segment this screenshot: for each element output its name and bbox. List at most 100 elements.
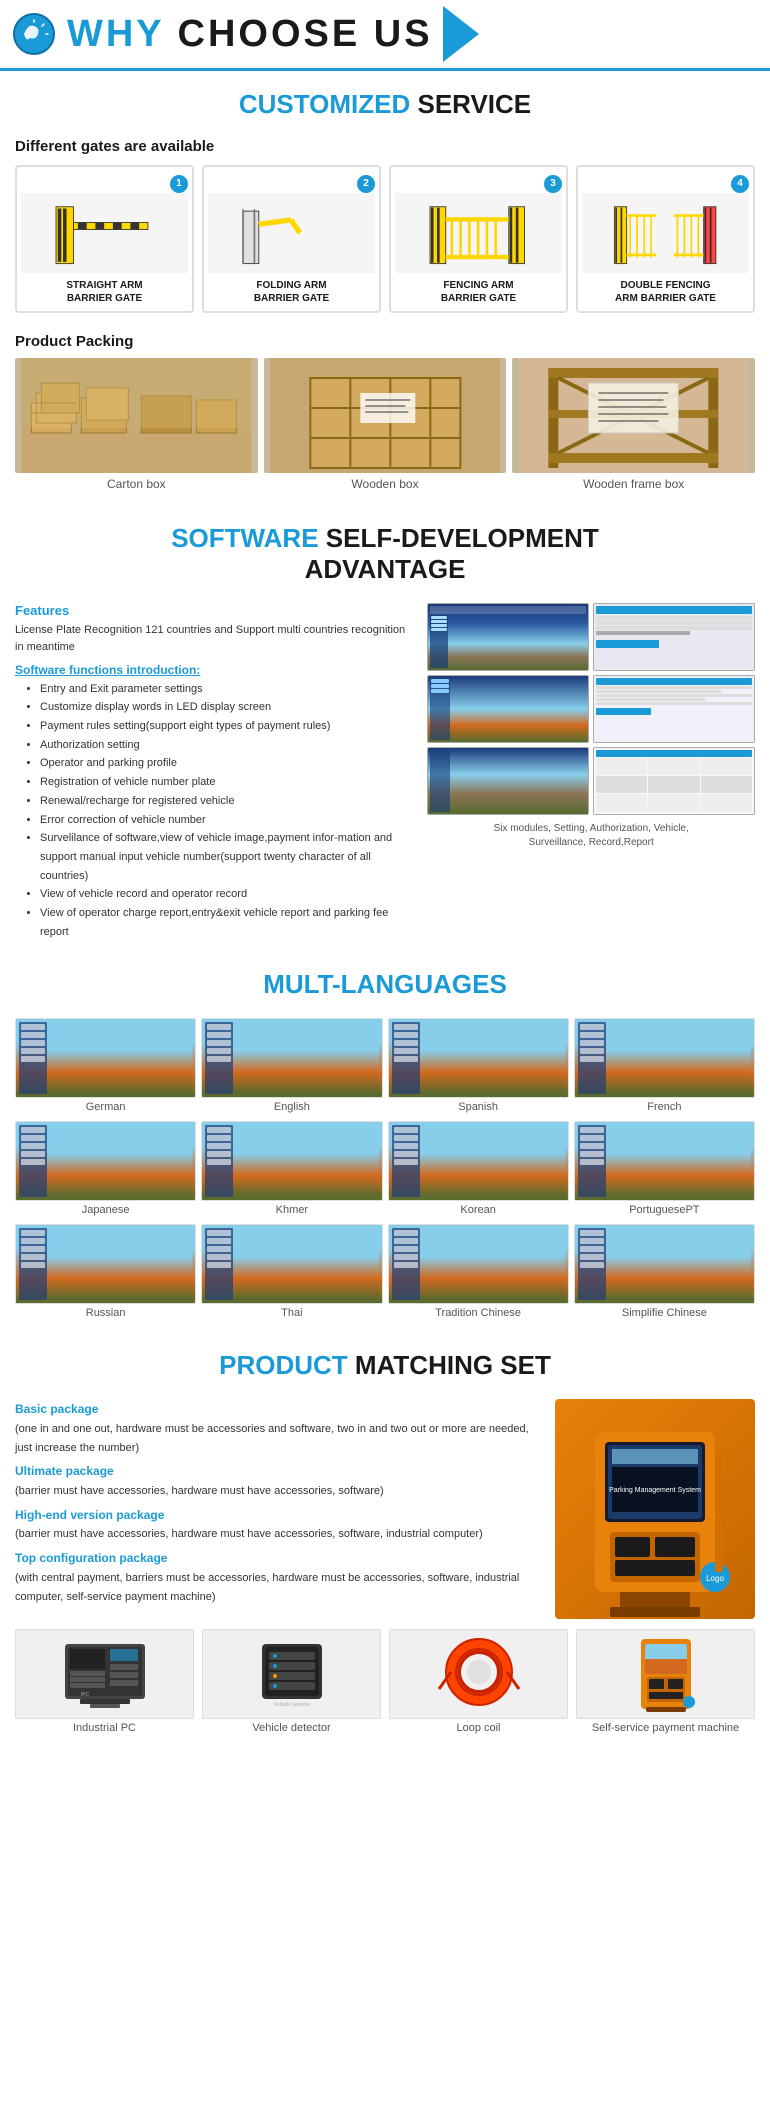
lang-japanese: Japanese [15,1121,196,1219]
lang-label-french: French [574,1098,755,1116]
software-text: Features License Plate Recognition 121 c… [15,603,415,942]
lang-russian: Russian [15,1224,196,1322]
comp-loop-coil: Loop coil [389,1629,568,1737]
screenshot-row-2 [427,675,755,743]
gate-num-2: 2 [357,175,375,193]
lang-sidebar-spanish [392,1022,420,1094]
gate-item-2: 2 FOLDING ARMBARRIER GATE [202,165,381,313]
header-title: WHY CHOOSE US [67,13,433,56]
pkg-highend: High-end version package (barrier must h… [15,1505,543,1544]
gate-img-1 [21,193,188,273]
features-description: License Plate Recognition 121 countries … [15,622,415,657]
screenshot-4 [593,675,755,743]
pkg-top: Top configuration package (with central … [15,1548,543,1606]
screenshot-row-3 [427,747,755,815]
packing-grid: Carton box [15,358,755,495]
comp-img-self-service-machine [576,1629,755,1719]
feature-item-8: Error correction of vehicle number [40,811,415,830]
feature-item-1: Entry and Exit parameter settings [40,680,415,699]
lang-sidebar-russian [19,1228,47,1300]
gate-label-4: DOUBLE FENCINGARM BARRIER GATE [582,279,749,305]
feature-item-10: View of vehicle record and operator reco… [40,885,415,904]
feature-item-2: Customize display words in LED display s… [40,698,415,717]
lang-english: English [201,1018,382,1116]
lang-spanish: Spanish [388,1018,569,1116]
packing-title: Product Packing [15,333,755,350]
feature-item-6: Registration of vehicle number plate [40,773,415,792]
product-section: Basic package (one in and one out, hardw… [0,1389,770,1747]
machine-img: Parking Management System Logo [555,1399,755,1619]
gate-item-1: 1 STRAIGHT ARMBARRIER GATE [15,165,194,313]
gate-num-1: 1 [170,175,188,193]
comp-vehicle-detector: Vehicle Detector Vehicle detector [202,1629,381,1737]
lang-label-korean: Korean [388,1201,569,1219]
gate-num-3: 3 [544,175,562,193]
languages-title: MULT-LANGUAGES [0,951,770,1008]
pkg-highend-title: High-end version package [15,1508,164,1522]
lang-korean: Korean [388,1121,569,1219]
lang-img-japanese [15,1121,196,1201]
gate-img-2 [208,193,375,273]
lang-simplifie-chinese: Simplifie Chinese [574,1224,755,1322]
gates-grid: 1 STRAIGHT ARMBARRIER GATE 2 [15,165,755,313]
comp-industrial-pc: IPC Industrial PC [15,1629,194,1737]
svg-text:Parking Management System: Parking Management System [609,1487,701,1494]
lang-img-english [201,1018,382,1098]
pkg-top-desc: (with central payment, barriers must be … [15,1572,519,1603]
feature-item-7: Renewal/recharge for registered vehicle [40,792,415,811]
lang-label-english: English [201,1098,382,1116]
components-grid: IPC Industrial PC [15,1629,755,1737]
lang-sidebar-simplifie-chinese [578,1228,606,1300]
languages-section: German English [0,1008,770,1332]
svg-text:IPC: IPC [80,1692,89,1698]
screenshot-5 [427,747,589,815]
comp-label-vehicle-detector: Vehicle detector [202,1719,381,1737]
lang-label-khmer: Khmer [201,1201,382,1219]
lang-img-portuguese [574,1121,755,1201]
feature-item-11: View of operator charge report,entry&exi… [40,904,415,941]
packing-wooden: Wooden box [264,358,507,495]
software-section: Features License Plate Recognition 121 c… [0,593,770,952]
feature-item-5: Operator and parking profile [40,754,415,773]
lang-thai: Thai [201,1224,382,1322]
pkg-basic: Basic package (one in and one out, hardw… [15,1399,543,1457]
lang-label-simplifie-chinese: Simplifie Chinese [574,1304,755,1322]
lang-sidebar-english [205,1022,233,1094]
lang-portuguese: PortuguesePT [574,1121,755,1219]
pkg-highend-desc: (barrier must have accessories, hardware… [15,1528,483,1540]
lang-sidebar-japanese [19,1125,47,1197]
gate-label-3: FENCING ARMBARRIER GATE [395,279,562,305]
feature-item-3: Payment rules setting(support eight type… [40,717,415,736]
gates-section: Different gates are available 1 STRAIGHT… [0,128,770,323]
lang-sidebar-korean [392,1125,420,1197]
lang-img-french [574,1018,755,1098]
lang-grid: German English [15,1018,755,1322]
pkg-top-title: Top configuration package [15,1551,167,1565]
features-list: Entry and Exit parameter settings Custom… [15,680,415,942]
lang-img-german [15,1018,196,1098]
screenshot-2 [593,603,755,671]
features-intro: Software functions introduction: [15,663,415,677]
product-text: Basic package (one in and one out, hardw… [15,1399,543,1619]
lang-khmer: Khmer [201,1121,382,1219]
screenshot-row-1 [427,603,755,671]
packing-wooden-frame: Wooden frame box [512,358,755,495]
lang-img-simplifie-chinese [574,1224,755,1304]
comp-img-loop-coil [389,1629,568,1719]
comp-img-industrial-pc: IPC [15,1629,194,1719]
screenshot-caption: Six modules, Setting, Authorization, Veh… [427,822,755,850]
lang-label-german: German [15,1098,196,1116]
gate-label-1: STRAIGHT ARMBARRIER GATE [21,279,188,305]
lang-french: French [574,1018,755,1116]
packing-label-wooden: Wooden box [264,473,507,495]
lang-sidebar-portuguese [578,1125,606,1197]
screenshot-6 [593,747,755,815]
packing-img-wooden [264,358,507,473]
product-title: PRODUCT MATCHING SET [0,1332,770,1389]
comp-label-self-service-machine: Self-service payment machine [576,1719,755,1737]
pkg-basic-title: Basic package [15,1402,98,1416]
gates-subtitle: Different gates are available [15,138,755,155]
lang-label-tradition-chinese: Tradition Chinese [388,1304,569,1322]
logo-icon [12,12,57,57]
screenshot-1 [427,603,589,671]
